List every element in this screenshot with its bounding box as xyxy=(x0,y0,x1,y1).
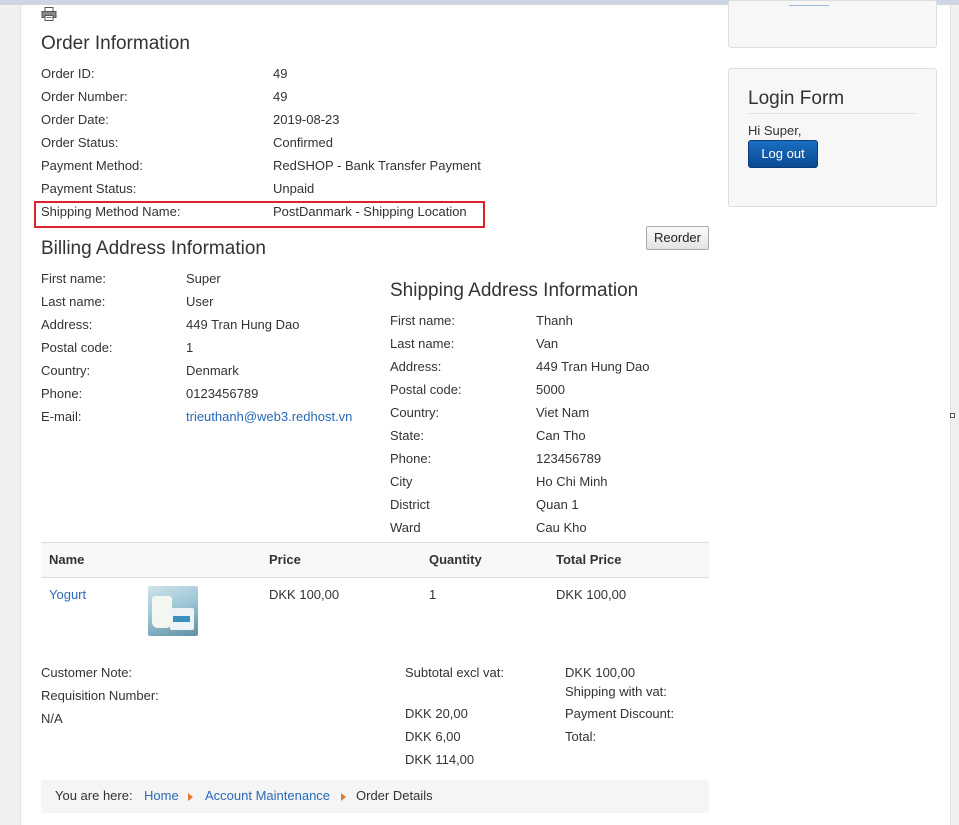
order-status-label: Order Status: xyxy=(41,135,119,150)
payment-status-label: Payment Status: xyxy=(41,181,137,196)
shipping-phone-label: Phone: xyxy=(390,451,432,466)
order-date-value: 2019-08-23 xyxy=(273,112,340,127)
col-quantity-header: Quantity xyxy=(429,552,482,567)
breadcrumb-prefix: You are here: xyxy=(55,788,133,803)
requisition-label: Requisition Number: xyxy=(41,688,159,703)
shipping-postal-value: 5000 xyxy=(536,382,565,397)
breadcrumb-separator-icon xyxy=(188,793,193,801)
billing-phone-value: 0123456789 xyxy=(186,386,259,401)
shipping-last-name-label: Last name: xyxy=(390,336,455,351)
order-date-label: Order Date: xyxy=(41,112,109,127)
shipping-city-value: Ho Chi Minh xyxy=(536,474,608,489)
billing-email-link[interactable]: trieuthanh@web3.redhost.vn xyxy=(186,409,352,424)
shipping-state-label: State: xyxy=(390,428,424,443)
shipping-address-label: Address: xyxy=(390,359,442,374)
product-name-link[interactable]: Yogurt xyxy=(49,587,86,602)
discount-value: DKK 6,00 xyxy=(405,729,461,744)
order-status-value: Confirmed xyxy=(273,135,333,150)
discount-label: Payment Discount: xyxy=(565,706,675,721)
billing-last-name-value: User xyxy=(186,294,214,309)
billing-country-value: Denmark xyxy=(186,363,239,378)
customer-note-label: Customer Note: xyxy=(41,665,133,680)
shipping-ward-value: Cau Kho xyxy=(536,520,587,535)
breadcrumb-current: Order Details xyxy=(356,788,433,803)
product-price: DKK 100,00 xyxy=(269,587,340,602)
col-name-header: Name xyxy=(49,552,85,567)
shipping-district-value: Quan 1 xyxy=(536,497,579,512)
col-price-header: Price xyxy=(269,552,301,567)
shipping-method-value: PostDanmark - Shipping Location xyxy=(273,204,467,219)
product-total: DKK 100,00 xyxy=(556,587,627,602)
shipping-method-label: Shipping Method Name: xyxy=(41,204,181,219)
breadcrumb-separator-icon xyxy=(341,793,346,801)
logout-button[interactable]: Log out xyxy=(748,140,818,168)
shipping-district-label: District xyxy=(390,497,430,512)
billing-email-label: E-mail: xyxy=(41,409,82,424)
shipping-state-value: Can Tho xyxy=(536,428,586,443)
resize-handle[interactable] xyxy=(950,413,955,418)
breadcrumb-account-link[interactable]: Account Maintenance xyxy=(205,788,330,803)
col-total-header: Total Price xyxy=(556,552,622,567)
shipping-city-label: City xyxy=(390,474,413,489)
shipping-first-name-label: First name: xyxy=(390,313,456,328)
order-info-title: Order Information xyxy=(41,33,190,54)
breadcrumb-home-link[interactable]: Home xyxy=(144,788,179,803)
truncated-link-fragment xyxy=(789,1,829,6)
shipping-value: DKK 20,00 xyxy=(405,706,468,721)
sidebar-module-top xyxy=(728,0,937,48)
payment-method-label: Payment Method: xyxy=(41,158,143,173)
order-number-label: Order Number: xyxy=(41,89,128,104)
total-value: DKK 114,00 xyxy=(405,752,475,767)
requisition-value: N/A xyxy=(41,711,63,726)
shipping-last-name-value: Van xyxy=(536,336,559,351)
billing-postal-value: 1 xyxy=(186,340,194,355)
billing-phone-label: Phone: xyxy=(41,386,83,401)
shipping-phone-value: 123456789 xyxy=(536,451,602,466)
shipping-country-label: Country: xyxy=(390,405,440,420)
reorder-button[interactable]: Reorder xyxy=(646,226,709,250)
billing-last-name-label: Last name: xyxy=(41,294,106,309)
order-number-value: 49 xyxy=(273,89,288,104)
billing-address-label: Address: xyxy=(41,317,93,332)
print-icon[interactable] xyxy=(41,7,57,21)
billing-country-label: Country: xyxy=(41,363,91,378)
product-quantity: 1 xyxy=(429,587,437,602)
product-thumbnail[interactable] xyxy=(148,586,198,636)
subtotal-label: Subtotal excl vat: xyxy=(405,665,504,680)
shipping-postal-label: Postal code: xyxy=(390,382,462,397)
shipping-label: Shipping with vat: xyxy=(565,684,667,699)
total-label: Total: xyxy=(565,729,597,744)
shipping-country-value: Viet Nam xyxy=(536,405,590,420)
shipping-ward-label: Ward xyxy=(390,520,421,535)
shipping-address-value: 449 Tran Hung Dao xyxy=(536,359,650,374)
login-form-module: Login Form Hi Super, Log out xyxy=(728,68,937,207)
shipping-title: Shipping Address Information xyxy=(390,280,639,301)
payment-method-value: RedSHOP - Bank Transfer Payment xyxy=(273,158,481,173)
order-id-label: Order ID: xyxy=(41,66,95,81)
billing-first-name-value: Super xyxy=(186,271,221,286)
payment-status-value: Unpaid xyxy=(273,181,315,196)
main-content: Order Information Order ID: 49 Order Num… xyxy=(20,0,951,825)
billing-postal-label: Postal code: xyxy=(41,340,113,355)
login-form-title: Login Form xyxy=(748,88,845,109)
billing-address-value: 449 Tran Hung Dao xyxy=(186,317,300,332)
login-greeting: Hi Super, xyxy=(748,123,802,138)
subtotal-value: DKK 100,00 xyxy=(565,665,636,680)
order-id-value: 49 xyxy=(273,66,288,81)
module-title-divider xyxy=(748,113,917,114)
shipping-first-name-value: Thanh xyxy=(536,313,573,328)
billing-first-name-label: First name: xyxy=(41,271,107,286)
billing-title: Billing Address Information xyxy=(41,238,266,259)
